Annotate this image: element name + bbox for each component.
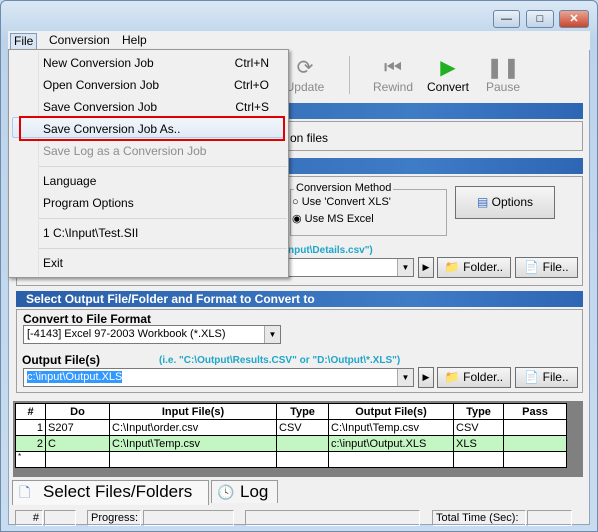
status-count: [44, 510, 76, 526]
tab-log[interactable]: 🕓 Log: [211, 480, 278, 503]
menu-separator: [39, 166, 287, 167]
cell[interactable]: [503, 435, 567, 452]
cell[interactable]: C:\Input\Temp.csv: [109, 435, 277, 452]
output-file-button[interactable]: 📄 File..: [515, 367, 578, 388]
col-header-type[interactable]: Type: [276, 403, 329, 420]
menu-item-language[interactable]: Language: [43, 171, 283, 191]
status-progress-bar: [143, 510, 234, 526]
format-select[interactable]: [-4143] Excel 97-2003 Workbook (*.XLS) ▼: [23, 325, 281, 344]
menu-item-new-job[interactable]: New Conversion Job Ctrl+N: [43, 53, 283, 73]
cell[interactable]: CSV: [276, 419, 329, 436]
output-hint: (i.e. "C:\Output\Results.CSV" or "D:\Out…: [159, 355, 401, 366]
convert-button[interactable]: ▶ Convert: [423, 56, 473, 94]
cell[interactable]: [503, 451, 567, 468]
conversion-method-title: Conversion Method: [294, 182, 394, 194]
menu-gutter-line: [38, 52, 39, 276]
cell[interactable]: [276, 451, 329, 468]
rewind-icon: ⏮: [384, 57, 402, 79]
col-header-do[interactable]: Do: [45, 403, 110, 420]
pause-icon: ❚❚: [486, 57, 520, 79]
menubar: File Conversion Help: [8, 31, 590, 50]
menu-conversion[interactable]: Conversion: [46, 33, 113, 50]
menu-separator: [39, 218, 287, 219]
cell[interactable]: XLS: [453, 435, 504, 452]
table-row[interactable]: 2 C C:\Input\Temp.csv c:\input\Output.XLS XL…: [15, 435, 567, 452]
col-header-output[interactable]: Output File(s): [328, 403, 454, 420]
radio-use-convert-xls[interactable]: ○ Use 'Convert XLS': [292, 196, 391, 208]
menu-item-open-job[interactable]: Open Conversion Job Ctrl+O: [43, 75, 283, 95]
log-clock-icon: 🕓: [217, 484, 235, 500]
folder-icon: 📁: [444, 370, 460, 384]
maximize-button[interactable]: □: [526, 10, 554, 28]
cell[interactable]: [503, 419, 567, 436]
pause-button[interactable]: ❚❚ Pause: [478, 56, 528, 94]
file-menu-dropdown: New Conversion Job Ctrl+N Open Conversion…: [8, 49, 289, 278]
table-row-new[interactable]: *: [15, 451, 567, 468]
output-section-header: Select Output File/Folder and Format to …: [16, 291, 583, 307]
output-files-label: Output File(s): [22, 353, 100, 367]
col-header-output-type[interactable]: Type: [453, 403, 504, 420]
options-icon: ▤: [476, 195, 489, 209]
rewind-button[interactable]: ⏮ Rewind: [368, 56, 418, 94]
grid-header-row: # Do Input File(s) Type Output File(s) T…: [15, 403, 567, 420]
chevron-down-icon[interactable]: ▼: [397, 369, 413, 386]
format-label: Convert to File Format: [23, 312, 152, 326]
output-run-arrow-button[interactable]: ▶: [418, 367, 434, 388]
cell[interactable]: [109, 451, 277, 468]
cell[interactable]: *: [15, 451, 46, 468]
menu-help[interactable]: Help: [119, 33, 150, 50]
cell[interactable]: [453, 451, 504, 468]
conversion-grid[interactable]: # Do Input File(s) Type Output File(s) T…: [15, 403, 567, 468]
cell[interactable]: C:\Input\Temp.csv: [328, 419, 454, 436]
status-progress-label: Progress:: [87, 510, 141, 526]
col-header-input[interactable]: Input File(s): [109, 403, 277, 420]
menu-item-program-options[interactable]: Program Options: [43, 193, 283, 213]
menu-separator: [39, 248, 287, 249]
output-folder-button[interactable]: 📁 Folder..: [437, 367, 511, 388]
close-button[interactable]: ✕: [559, 10, 589, 28]
menu-item-recent-file[interactable]: 1 C:\Input\Test.SII: [43, 223, 283, 243]
menu-item-save-job[interactable]: Save Conversion Job Ctrl+S: [43, 97, 283, 117]
chevron-down-icon[interactable]: ▼: [264, 326, 280, 343]
status-total-time-value: [527, 510, 572, 526]
chevron-down-icon[interactable]: ▼: [397, 259, 413, 276]
folder-icon: 📁: [444, 260, 460, 274]
options-button[interactable]: ▤ Options: [455, 186, 555, 219]
status-total-time-label: Total Time (Sec):: [432, 510, 526, 526]
minimize-button[interactable]: —: [493, 10, 520, 28]
col-header-pass[interactable]: Pass: [503, 403, 567, 420]
cell[interactable]: CSV: [453, 419, 504, 436]
output-file-input[interactable]: c:\input\Output.XLS ▼: [23, 368, 414, 387]
radio-use-ms-excel[interactable]: ◉ Use MS Excel: [292, 212, 374, 225]
red-highlight-box: [19, 116, 285, 141]
input-file-button[interactable]: 📄 File..: [515, 257, 578, 278]
input-folder-button[interactable]: 📁 Folder..: [437, 257, 511, 278]
input-hint: nput\Details.csv"): [288, 245, 373, 256]
input-run-arrow-button[interactable]: ▶: [418, 257, 434, 278]
menu-file[interactable]: File: [10, 33, 38, 50]
cell[interactable]: [45, 451, 110, 468]
play-icon: ▶: [440, 57, 456, 79]
cell[interactable]: [328, 451, 454, 468]
table-row[interactable]: 1 S207 C:\Input\order.csv CSV C:\Input\Temp.…: [15, 419, 567, 436]
status-message: [245, 510, 420, 526]
file-icon: 📄: [524, 260, 540, 274]
toolbar-separator: [349, 56, 350, 94]
files-icon: 🗋: [19, 484, 31, 500]
menu-item-exit[interactable]: Exit: [43, 253, 283, 273]
file-icon: 📄: [524, 370, 540, 384]
cell[interactable]: [276, 435, 329, 452]
tab-select-files[interactable]: 🗋 Select Files/Folders: [12, 480, 209, 505]
col-header-number[interactable]: #: [15, 403, 46, 420]
cell[interactable]: c:\input\Output.XLS: [328, 435, 454, 452]
cell[interactable]: 2: [15, 435, 46, 452]
menu-item-save-log-as-job: Save Log as a Conversion Job: [43, 144, 207, 158]
cell[interactable]: S207: [45, 419, 110, 436]
cell[interactable]: C:\Input\order.csv: [109, 419, 277, 436]
cell[interactable]: 1: [15, 419, 46, 436]
status-hash: #: [15, 510, 43, 526]
cell[interactable]: C: [45, 435, 110, 452]
